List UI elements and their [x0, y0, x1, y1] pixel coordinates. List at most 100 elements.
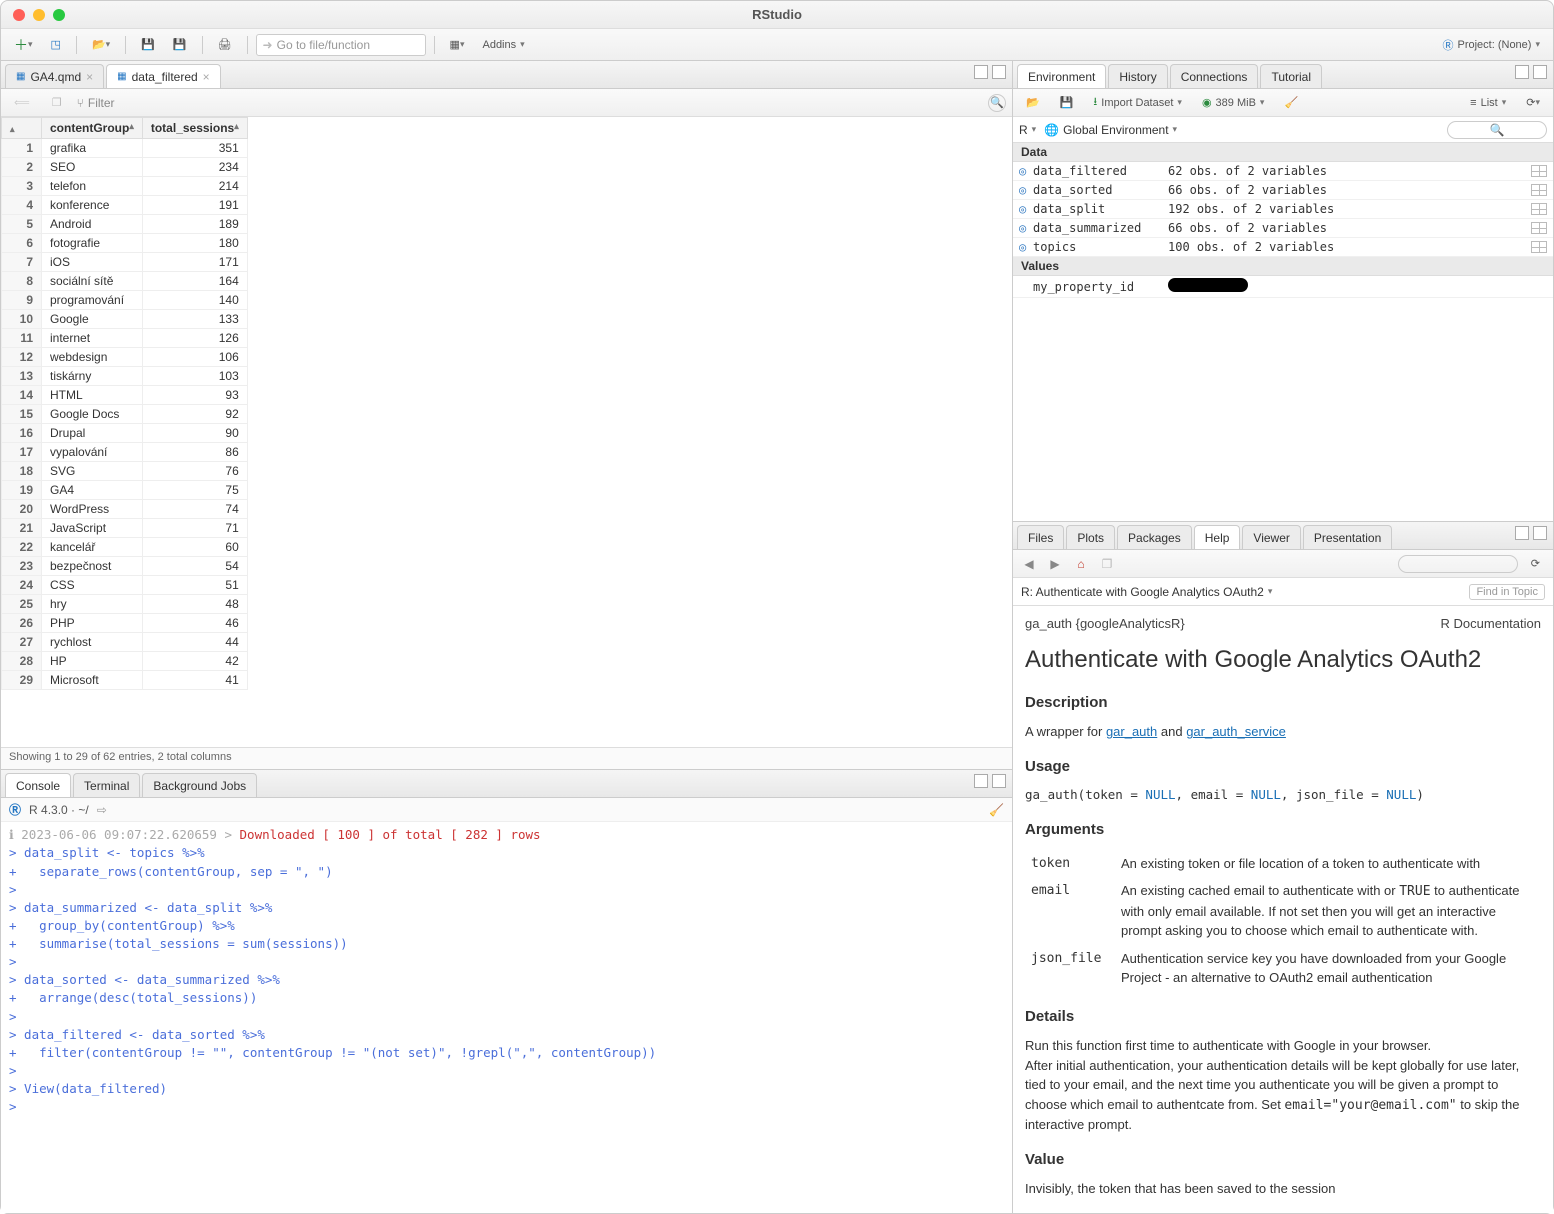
print-button[interactable]: 🖨: [211, 34, 239, 56]
table-row[interactable]: 21JavaScript71: [2, 519, 248, 538]
table-row[interactable]: 25hry48: [2, 595, 248, 614]
env-tab[interactable]: Tutorial: [1260, 64, 1322, 88]
table-row[interactable]: 7iOS171: [2, 253, 248, 272]
project-menu[interactable]: ⓇProject: (None)▾: [1435, 34, 1547, 56]
grid-button[interactable]: ▦▾: [443, 34, 472, 56]
table-row[interactable]: 23bezpečnost54: [2, 557, 248, 576]
refresh-icon[interactable]: ⟳▾: [1519, 92, 1547, 114]
env-tab[interactable]: Environment: [1017, 64, 1106, 88]
list-view-menu[interactable]: ≡List▾: [1463, 92, 1513, 114]
memory-usage[interactable]: ◉389 MiB▾: [1195, 92, 1272, 114]
addins-menu[interactable]: Addins▾: [475, 34, 531, 56]
table-row[interactable]: 2SEO234: [2, 158, 248, 177]
filter-button[interactable]: ⑂ Filter: [77, 96, 115, 110]
save-workspace-icon[interactable]: 💾: [1053, 92, 1081, 114]
minimize-pane-icon[interactable]: [974, 774, 988, 788]
help-content[interactable]: ga_auth {googleAnalyticsR} R Documentati…: [1013, 606, 1553, 1213]
table-row[interactable]: 11internet126: [2, 329, 248, 348]
table-row[interactable]: 24CSS51: [2, 576, 248, 595]
show-in-new-window-icon[interactable]: ❐: [45, 92, 69, 114]
table-row[interactable]: 4konference191: [2, 196, 248, 215]
view-data-icon[interactable]: [1531, 165, 1547, 177]
help-popout-icon[interactable]: ❐: [1097, 557, 1117, 571]
table-row[interactable]: 15Google Docs92: [2, 405, 248, 424]
gar-auth-service-link[interactable]: gar_auth_service: [1186, 724, 1286, 739]
load-workspace-icon[interactable]: 📂: [1019, 92, 1047, 114]
expand-icon[interactable]: ◎: [1019, 202, 1033, 216]
maximize-pane-icon[interactable]: [992, 774, 1006, 788]
help-search-input[interactable]: [1398, 555, 1518, 573]
data-viewer[interactable]: ▴contentGroup ▴total_sessions ▴1grafika3…: [1, 117, 1012, 747]
expand-icon[interactable]: ◎: [1019, 164, 1033, 178]
column-header[interactable]: ▴: [2, 118, 42, 139]
minimize-pane-icon[interactable]: [974, 65, 988, 79]
import-dataset-menu[interactable]: ⭳Import Dataset▾: [1086, 92, 1189, 114]
env-data-row[interactable]: ◎topics100 obs. of 2 variables: [1013, 238, 1553, 257]
table-row[interactable]: 27rychlost44: [2, 633, 248, 652]
view-data-icon[interactable]: [1531, 241, 1547, 253]
open-file-button[interactable]: 📂▾: [85, 34, 117, 56]
env-data-row[interactable]: ◎data_split192 obs. of 2 variables: [1013, 200, 1553, 219]
view-data-icon[interactable]: [1531, 222, 1547, 234]
table-row[interactable]: 9programování140: [2, 291, 248, 310]
table-row[interactable]: 26PHP46: [2, 614, 248, 633]
help-home-icon[interactable]: ⌂: [1071, 557, 1091, 571]
env-tab[interactable]: History: [1108, 64, 1167, 88]
save-button[interactable]: 💾: [134, 34, 162, 56]
view-data-icon[interactable]: [1531, 203, 1547, 215]
back-icon[interactable]: ⟸: [7, 92, 37, 114]
console-tab[interactable]: Background Jobs: [142, 773, 257, 797]
language-menu[interactable]: R▾: [1019, 123, 1036, 137]
source-tab[interactable]: ▦data_filtered×: [106, 64, 221, 88]
table-row[interactable]: 3telefon214: [2, 177, 248, 196]
help-tab[interactable]: Files: [1017, 525, 1064, 549]
table-row[interactable]: 17vypalování86: [2, 443, 248, 462]
table-row[interactable]: 6fotografie180: [2, 234, 248, 253]
maximize-pane-icon[interactable]: [1533, 526, 1547, 540]
minimize-pane-icon[interactable]: [1515, 65, 1529, 79]
table-row[interactable]: 12webdesign106: [2, 348, 248, 367]
console-output[interactable]: ℹ 2023-06-06 09:07:22.620659 > Downloade…: [1, 822, 1012, 1213]
scope-menu[interactable]: 🌐Global Environment▾: [1044, 123, 1177, 137]
gar-auth-link[interactable]: gar_auth: [1106, 724, 1157, 739]
help-forward-icon[interactable]: ▶: [1045, 557, 1065, 571]
help-tab[interactable]: Plots: [1066, 525, 1115, 549]
env-data-row[interactable]: ◎data_sorted66 obs. of 2 variables: [1013, 181, 1553, 200]
table-row[interactable]: 8sociální sítě164: [2, 272, 248, 291]
help-back-icon[interactable]: ◀: [1019, 557, 1039, 571]
minimize-pane-icon[interactable]: [1515, 526, 1529, 540]
column-header[interactable]: total_sessions ▴: [142, 118, 247, 139]
table-row[interactable]: 13tiskárny103: [2, 367, 248, 386]
clear-console-icon[interactable]: 🧹: [989, 803, 1004, 817]
table-row[interactable]: 1grafika351: [2, 139, 248, 158]
table-row[interactable]: 29Microsoft41: [2, 671, 248, 690]
env-data-row[interactable]: ◎data_summarized66 obs. of 2 variables: [1013, 219, 1553, 238]
table-row[interactable]: 22kancelář60: [2, 538, 248, 557]
console-tab[interactable]: Console: [5, 773, 71, 797]
table-row[interactable]: 14HTML93: [2, 386, 248, 405]
help-tab[interactable]: Presentation: [1303, 525, 1392, 549]
search-icon[interactable]: 🔍: [988, 94, 1006, 112]
help-tab[interactable]: Viewer: [1242, 525, 1300, 549]
env-data-row[interactable]: ◎data_filtered62 obs. of 2 variables: [1013, 162, 1553, 181]
expand-icon[interactable]: ◎: [1019, 221, 1033, 235]
expand-icon[interactable]: ◎: [1019, 183, 1033, 197]
help-tab[interactable]: Help: [1194, 525, 1241, 549]
save-all-button[interactable]: 💾: [166, 34, 194, 56]
help-topic-dropdown[interactable]: R: Authenticate with Google Analytics OA…: [1021, 585, 1272, 599]
clear-objects-icon[interactable]: 🧹: [1277, 92, 1305, 114]
table-row[interactable]: 10Google133: [2, 310, 248, 329]
new-project-button[interactable]: ◳: [44, 34, 68, 56]
table-row[interactable]: 18SVG76: [2, 462, 248, 481]
maximize-pane-icon[interactable]: [992, 65, 1006, 79]
maximize-pane-icon[interactable]: [1533, 65, 1547, 79]
source-tab[interactable]: ▦GA4.qmd×: [5, 64, 104, 88]
table-row[interactable]: 16Drupal90: [2, 424, 248, 443]
env-tab[interactable]: Connections: [1170, 64, 1259, 88]
view-data-icon[interactable]: [1531, 184, 1547, 196]
close-tab-icon[interactable]: ×: [86, 70, 93, 84]
column-header[interactable]: contentGroup ▴: [42, 118, 143, 139]
table-row[interactable]: 19GA475: [2, 481, 248, 500]
new-file-button[interactable]: ＋▾: [7, 34, 40, 56]
console-tab[interactable]: Terminal: [73, 773, 140, 797]
